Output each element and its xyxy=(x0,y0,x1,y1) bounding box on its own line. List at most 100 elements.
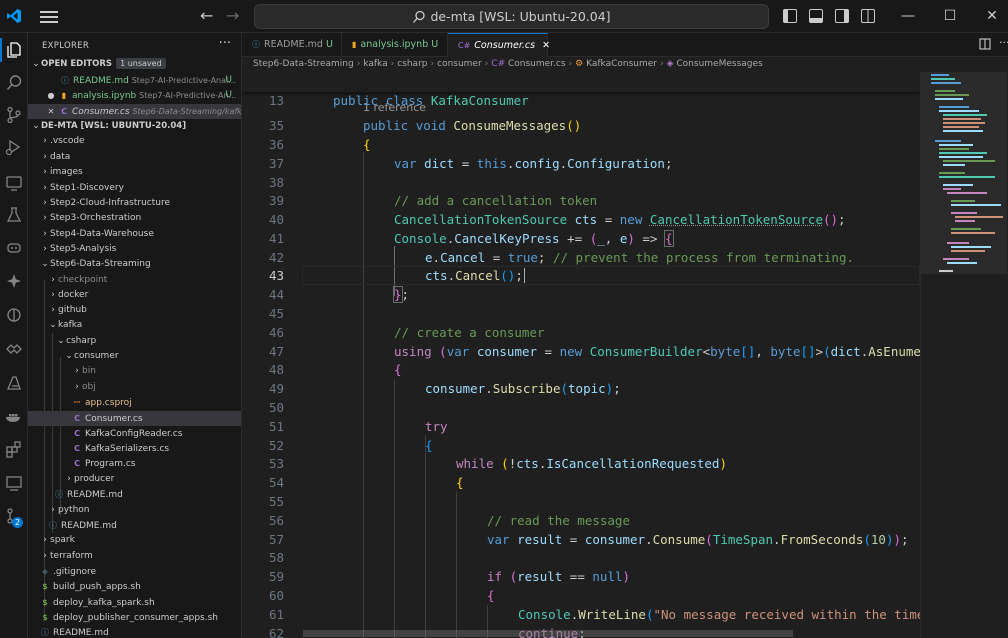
menu-icon[interactable] xyxy=(40,8,58,24)
testing-icon[interactable] xyxy=(4,205,24,225)
tree-file[interactable]: C Consumer.cs xyxy=(28,411,241,427)
tree-folder[interactable]: › producer xyxy=(28,472,241,487)
tab-readme[interactable]: ⓘ README.md U xyxy=(242,33,342,57)
breadcrumb-item[interactable]: ConsumeMessages xyxy=(676,59,762,69)
sparkle-icon[interactable] xyxy=(4,271,24,291)
untracked-badge: U xyxy=(431,39,439,50)
tree-folder[interactable]: › Step4-Data-Warehouse xyxy=(28,227,241,242)
minimap-line xyxy=(939,176,995,178)
close-icon[interactable]: ✕ xyxy=(542,40,550,51)
more-actions-icon[interactable]: ··· xyxy=(219,36,231,51)
open-editor-item[interactable]: ● ▮ analysis.ipynb Step7-AI-Predictive-An.… xyxy=(28,88,241,103)
tree-folder[interactable]: › terraform xyxy=(28,549,241,564)
breadcrumb-item[interactable]: consumer xyxy=(437,59,482,69)
extensions-icon[interactable] xyxy=(4,439,24,459)
tree-folder[interactable]: › checkpoint xyxy=(28,273,241,288)
tree-folder[interactable]: ⌄consumer xyxy=(28,349,241,364)
vscode-logo-icon[interactable] xyxy=(6,8,22,24)
breadcrumb-item[interactable]: kafka xyxy=(363,59,387,69)
tree-folder[interactable]: › Step3-Orchestration xyxy=(28,211,241,226)
breadcrumb-item[interactable]: Consumer.cs xyxy=(508,59,566,69)
notebook-icon: ▮ xyxy=(61,91,67,100)
tree-folder[interactable]: › python xyxy=(28,503,241,518)
tree-file[interactable]: C KafkaConfigReader.cs xyxy=(28,426,241,441)
tree-folder[interactable]: › obj xyxy=(28,380,241,395)
tree-folder[interactable]: ⌄kafka xyxy=(28,318,241,333)
tree-file[interactable]: ꟷ app.csproj xyxy=(28,395,241,410)
command-center-search[interactable]: de-mta [WSL: Ubuntu-20.04] xyxy=(254,4,769,29)
toggle-primary-sidebar-icon[interactable] xyxy=(783,9,797,23)
workspace-section[interactable]: ⌄DE-MTA [WSL: UBUNTU-20.04] xyxy=(28,119,241,134)
azure-icon[interactable] xyxy=(4,373,24,393)
csharp-file-icon: C# xyxy=(458,41,471,50)
minimize-button[interactable]: — xyxy=(898,6,918,26)
tree-folder[interactable]: › .vscode xyxy=(28,134,241,149)
toggle-panel-icon[interactable] xyxy=(809,9,823,23)
tree-folder[interactable]: › Step1-Discovery xyxy=(28,181,241,196)
search-icon[interactable] xyxy=(4,73,24,93)
tree-file[interactable]: $ build_push_apps.sh xyxy=(28,579,241,594)
back-icon[interactable]: ← xyxy=(200,8,216,24)
tree-folder[interactable]: ⌄csharp xyxy=(28,334,241,349)
more-actions-icon[interactable]: ··· xyxy=(999,36,1008,49)
horizontal-scrollbar[interactable] xyxy=(303,630,793,637)
line-number: 59 xyxy=(268,569,284,584)
tree-file[interactable]: $ deploy_publisher_consumer_apps.sh xyxy=(28,610,241,625)
accounts-icon[interactable] xyxy=(4,305,24,325)
tree-folder[interactable]: › spark xyxy=(28,533,241,548)
close-icon[interactable]: ✕ xyxy=(46,104,56,119)
tree-label: build_push_apps.sh xyxy=(53,582,141,592)
tree-folder[interactable]: › data xyxy=(28,150,241,165)
tree-label: app.csproj xyxy=(85,398,132,408)
code-editor[interactable]: 13 public class KafkaConsumer 1 reference… xyxy=(242,72,920,638)
docker-icon[interactable] xyxy=(4,406,24,426)
open-editor-item[interactable]: ⓘ README.md Step7-AI-Predictive-Anal... U xyxy=(28,73,241,88)
chevron-right-icon: › xyxy=(43,136,47,146)
tree-folder[interactable]: › Step5-Analysis xyxy=(28,242,241,257)
line-number: 48 xyxy=(268,362,284,377)
close-button[interactable]: ✕ xyxy=(982,6,1002,26)
breadcrumb-item[interactable]: Step6-Data-Streaming xyxy=(253,59,354,69)
tree-file[interactable]: ◆ .gitignore xyxy=(28,564,241,579)
tab-consumer[interactable]: C# Consumer.cs ✕ xyxy=(448,33,550,57)
explorer-icon[interactable] xyxy=(4,40,24,60)
open-editor-item[interactable]: ✕ C Consumer.cs Step6-Data-Streaming/kafka… xyxy=(28,104,241,120)
tree-file[interactable]: ⓘ README.md xyxy=(28,487,241,502)
tree-folder[interactable]: ⌄Step6-Data-Streaming xyxy=(28,257,241,272)
kubernetes-icon[interactable] xyxy=(4,339,24,359)
unsaved-dot-icon: ● xyxy=(47,91,55,100)
tree-folder[interactable]: › Step2-Cloud-Infrastructure xyxy=(28,196,241,211)
tree-folder[interactable]: › github xyxy=(28,303,241,318)
tree-folder[interactable]: › docker xyxy=(28,288,241,303)
split-editor-icon[interactable] xyxy=(979,38,991,50)
run-debug-icon[interactable] xyxy=(4,137,24,157)
forward-icon[interactable]: → xyxy=(226,8,242,24)
tree-file[interactable]: $ deploy_kafka_spark.sh xyxy=(28,595,241,610)
chevron-right-icon: › xyxy=(43,167,47,177)
breadcrumb-item[interactable]: csharp xyxy=(397,59,427,69)
git-file-icon: ◆ xyxy=(41,567,49,576)
extensions-badge: 2 xyxy=(12,517,23,528)
breadcrumb-item[interactable]: KafkaConsumer xyxy=(586,59,657,69)
chevron-down-icon: ⌄ xyxy=(57,336,65,346)
minimap-line xyxy=(939,144,973,146)
copilot-icon[interactable] xyxy=(4,237,24,257)
open-editors-section[interactable]: ⌄OPEN EDITORS 1 unsaved xyxy=(28,57,241,72)
tree-file[interactable]: ⓘ README.md xyxy=(28,625,241,638)
remote-explorer-icon[interactable] xyxy=(4,173,24,193)
tree-folder[interactable]: › images xyxy=(28,165,241,180)
source-control-icon[interactable] xyxy=(4,105,24,125)
tree-file[interactable]: C KafkaSerializers.cs xyxy=(28,441,241,456)
customize-layout-icon[interactable] xyxy=(861,9,875,23)
minimap[interactable] xyxy=(920,72,1008,638)
line-number: 44 xyxy=(268,287,284,302)
tree-file[interactable]: C Program.cs xyxy=(28,456,241,471)
tab-analysis[interactable]: ▮ analysis.ipynb U xyxy=(342,33,448,57)
sticky-scroll-header[interactable]: 13 public class KafkaConsumer xyxy=(242,72,920,108)
tree-folder[interactable]: › bin xyxy=(28,364,241,379)
explorer-header: EXPLORER xyxy=(42,41,90,51)
maximize-button[interactable]: ☐ xyxy=(940,6,960,26)
remote-window-icon[interactable] xyxy=(4,473,24,493)
tree-file[interactable]: ⓘ README.md xyxy=(28,518,241,533)
toggle-secondary-sidebar-icon[interactable] xyxy=(835,9,849,23)
